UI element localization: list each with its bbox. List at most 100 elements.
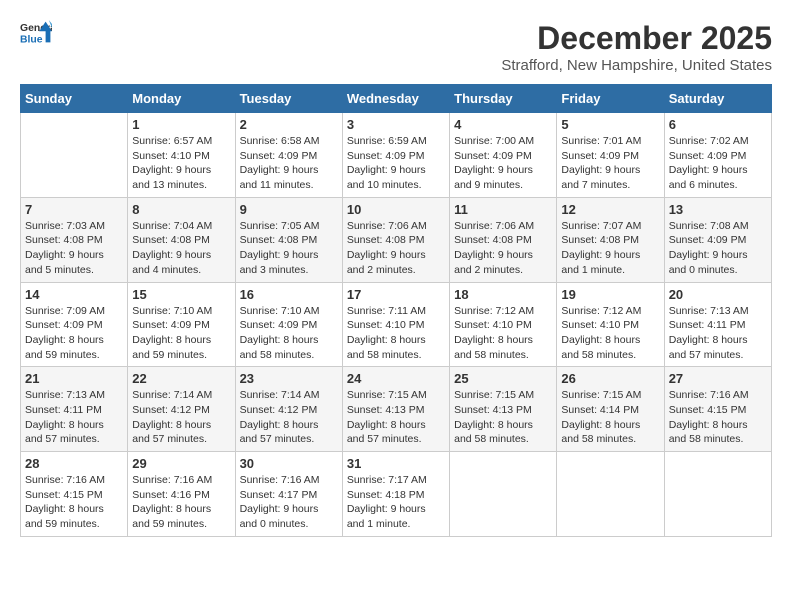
header-thursday: Thursday [450,85,557,113]
day-cell: 25Sunrise: 7:15 AM Sunset: 4:13 PM Dayli… [450,367,557,452]
week-row-2: 7 Sunrise: 7:03 AM Sunset: 4:08 PM Daylig… [21,197,772,282]
day-number: 2 [240,117,338,132]
day-cell: 20 Sunrise: 7:13 AM Sunset: 4:11 PM Dayli… [664,282,771,367]
day-number: 29 [132,456,230,471]
day-number: 12 [561,202,659,217]
day-cell: 2 Sunrise: 6:58 AM Sunset: 4:09 PM Daylig… [235,113,342,198]
day-info: Sunrise: 7:10 AM Sunset: 4:09 PM Dayligh… [240,304,338,363]
day-info: Sunrise: 7:13 AM Sunset: 4:11 PM Dayligh… [25,388,123,447]
day-number: 9 [240,202,338,217]
day-info: Sunrise: 7:16 AM Sunset: 4:17 PM Dayligh… [240,473,338,532]
day-number: 25 [454,371,552,386]
day-number: 28 [25,456,123,471]
header-sunday: Sunday [21,85,128,113]
day-cell: 17Sunrise: 7:11 AM Sunset: 4:10 PM Dayli… [342,282,449,367]
day-number: 4 [454,117,552,132]
calendar-table: SundayMondayTuesdayWednesdayThursdayFrid… [20,84,772,537]
days-header-row: SundayMondayTuesdayWednesdayThursdayFrid… [21,85,772,113]
header-saturday: Saturday [664,85,771,113]
day-cell: 18Sunrise: 7:12 AM Sunset: 4:10 PM Dayli… [450,282,557,367]
day-info: Sunrise: 7:14 AM Sunset: 4:12 PM Dayligh… [132,388,230,447]
day-number: 5 [561,117,659,132]
day-info: Sunrise: 7:11 AM Sunset: 4:10 PM Dayligh… [347,304,445,363]
day-cell: 23Sunrise: 7:14 AM Sunset: 4:12 PM Dayli… [235,367,342,452]
day-info: Sunrise: 7:10 AM Sunset: 4:09 PM Dayligh… [132,304,230,363]
header-monday: Monday [128,85,235,113]
day-cell [21,113,128,198]
day-cell: 22 Sunrise: 7:14 AM Sunset: 4:12 PM Dayli… [128,367,235,452]
day-number: 21 [25,371,123,386]
day-info: Sunrise: 7:06 AM Sunset: 4:08 PM Dayligh… [454,219,552,278]
day-info: Sunrise: 7:17 AM Sunset: 4:18 PM Dayligh… [347,473,445,532]
title-area: December 2025 Strafford, New Hampshire, … [501,20,772,74]
day-number: 10 [347,202,445,217]
day-cell [664,452,771,537]
week-row-4: 21 Sunrise: 7:13 AM Sunset: 4:11 PM Dayli… [21,367,772,452]
day-cell: 21 Sunrise: 7:13 AM Sunset: 4:11 PM Dayli… [21,367,128,452]
day-number: 14 [25,287,123,302]
day-cell: 31Sunrise: 7:17 AM Sunset: 4:18 PM Dayli… [342,452,449,537]
day-number: 18 [454,287,552,302]
day-cell: 7 Sunrise: 7:03 AM Sunset: 4:08 PM Daylig… [21,197,128,282]
day-cell: 26 Sunrise: 7:15 AM Sunset: 4:14 PM Dayli… [557,367,664,452]
day-cell: 29 Sunrise: 7:16 AM Sunset: 4:16 PM Dayli… [128,452,235,537]
day-info: Sunrise: 7:13 AM Sunset: 4:11 PM Dayligh… [669,304,767,363]
day-cell: 6Sunrise: 7:02 AM Sunset: 4:09 PM Daylig… [664,113,771,198]
day-cell: 11 Sunrise: 7:06 AM Sunset: 4:08 PM Dayli… [450,197,557,282]
day-info: Sunrise: 7:16 AM Sunset: 4:15 PM Dayligh… [25,473,123,532]
day-info: Sunrise: 7:16 AM Sunset: 4:16 PM Dayligh… [132,473,230,532]
day-info: Sunrise: 7:06 AM Sunset: 4:08 PM Dayligh… [347,219,445,278]
day-cell: 12Sunrise: 7:07 AM Sunset: 4:08 PM Dayli… [557,197,664,282]
day-info: Sunrise: 7:02 AM Sunset: 4:09 PM Dayligh… [669,134,767,193]
day-number: 27 [669,371,767,386]
day-number: 26 [561,371,659,386]
day-cell: 1Sunrise: 6:57 AM Sunset: 4:10 PM Daylig… [128,113,235,198]
week-row-1: 1Sunrise: 6:57 AM Sunset: 4:10 PM Daylig… [21,113,772,198]
day-number: 22 [132,371,230,386]
day-cell: 10 Sunrise: 7:06 AM Sunset: 4:08 PM Dayli… [342,197,449,282]
header-tuesday: Tuesday [235,85,342,113]
day-number: 7 [25,202,123,217]
day-info: Sunrise: 7:12 AM Sunset: 4:10 PM Dayligh… [561,304,659,363]
logo: General Blue [20,20,52,48]
day-info: Sunrise: 7:09 AM Sunset: 4:09 PM Dayligh… [25,304,123,363]
day-number: 20 [669,287,767,302]
day-info: Sunrise: 7:05 AM Sunset: 4:08 PM Dayligh… [240,219,338,278]
day-number: 19 [561,287,659,302]
day-number: 24 [347,371,445,386]
day-cell: 9 Sunrise: 7:05 AM Sunset: 4:08 PM Daylig… [235,197,342,282]
logo-icon: General Blue [20,20,52,48]
day-cell: 13 Sunrise: 7:08 AM Sunset: 4:09 PM Dayli… [664,197,771,282]
day-cell: 15 Sunrise: 7:10 AM Sunset: 4:09 PM Dayli… [128,282,235,367]
day-info: Sunrise: 7:15 AM Sunset: 4:13 PM Dayligh… [347,388,445,447]
day-cell: 27 Sunrise: 7:16 AM Sunset: 4:15 PM Dayli… [664,367,771,452]
header-friday: Friday [557,85,664,113]
day-info: Sunrise: 7:04 AM Sunset: 4:08 PM Dayligh… [132,219,230,278]
day-cell: 19 Sunrise: 7:12 AM Sunset: 4:10 PM Dayli… [557,282,664,367]
day-info: Sunrise: 7:16 AM Sunset: 4:15 PM Dayligh… [669,388,767,447]
day-number: 8 [132,202,230,217]
day-cell: 30Sunrise: 7:16 AM Sunset: 4:17 PM Dayli… [235,452,342,537]
header: General Blue December 2025 Strafford, Ne… [20,20,772,74]
week-row-3: 14 Sunrise: 7:09 AM Sunset: 4:09 PM Dayli… [21,282,772,367]
day-info: Sunrise: 6:58 AM Sunset: 4:09 PM Dayligh… [240,134,338,193]
week-row-5: 28 Sunrise: 7:16 AM Sunset: 4:15 PM Dayli… [21,452,772,537]
day-info: Sunrise: 7:08 AM Sunset: 4:09 PM Dayligh… [669,219,767,278]
day-info: Sunrise: 7:15 AM Sunset: 4:14 PM Dayligh… [561,388,659,447]
day-cell: 3Sunrise: 6:59 AM Sunset: 4:09 PM Daylig… [342,113,449,198]
day-cell: 24 Sunrise: 7:15 AM Sunset: 4:13 PM Dayli… [342,367,449,452]
day-info: Sunrise: 7:14 AM Sunset: 4:12 PM Dayligh… [240,388,338,447]
header-wednesday: Wednesday [342,85,449,113]
day-number: 13 [669,202,767,217]
day-number: 11 [454,202,552,217]
day-number: 16 [240,287,338,302]
day-info: Sunrise: 6:57 AM Sunset: 4:10 PM Dayligh… [132,134,230,193]
day-info: Sunrise: 7:01 AM Sunset: 4:09 PM Dayligh… [561,134,659,193]
day-info: Sunrise: 7:03 AM Sunset: 4:08 PM Dayligh… [25,219,123,278]
day-cell [450,452,557,537]
day-cell: 14 Sunrise: 7:09 AM Sunset: 4:09 PM Dayli… [21,282,128,367]
svg-text:Blue: Blue [20,34,43,45]
day-number: 15 [132,287,230,302]
day-cell: 28 Sunrise: 7:16 AM Sunset: 4:15 PM Dayli… [21,452,128,537]
day-number: 3 [347,117,445,132]
